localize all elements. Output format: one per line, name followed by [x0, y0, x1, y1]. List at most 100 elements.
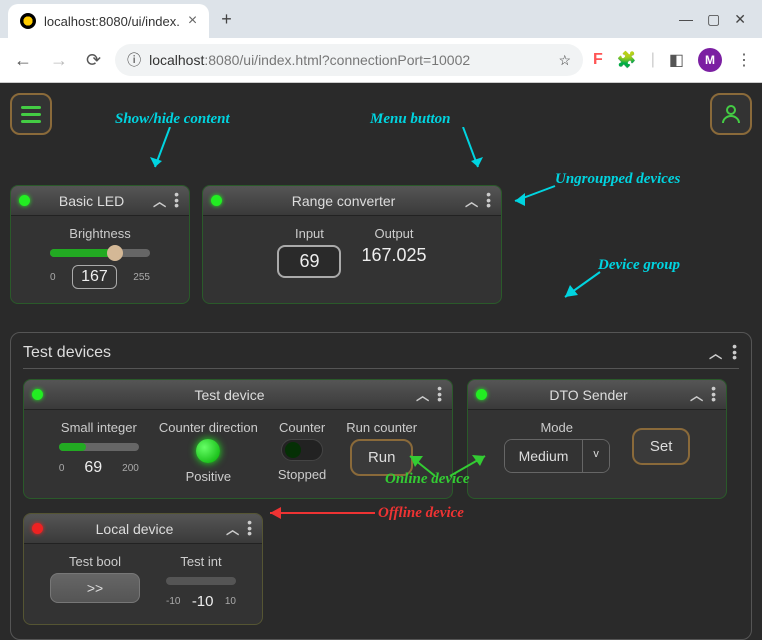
counter-toggle[interactable] — [281, 439, 323, 461]
card-header: DTO Sender ︿ ••• — [468, 380, 726, 410]
brightness-value[interactable]: 167 — [72, 265, 117, 289]
counter-control: Counter Stopped — [278, 420, 326, 484]
collapse-button[interactable]: ︿ — [226, 519, 239, 538]
window-controls: — ▢ ✕ — [679, 11, 754, 28]
card-title: DTO Sender — [493, 387, 684, 403]
run-label: Run counter — [346, 420, 417, 435]
card-basic-led: Basic LED ︿ ••• Brightness 0 167 255 — [10, 185, 190, 304]
dir-label: Counter direction — [159, 420, 258, 435]
back-button[interactable]: ← — [10, 46, 36, 75]
slider-max: 255 — [133, 272, 150, 283]
small-int-label: Small integer — [61, 420, 137, 435]
group-collapse-button[interactable]: ︿ — [709, 343, 722, 362]
slider-min: 0 — [59, 463, 65, 474]
bookmark-icon[interactable]: ☆ — [558, 52, 571, 69]
tab-favicon-icon — [20, 13, 36, 29]
url-path: :8080/ui/index.html?connectionPort=10002 — [204, 52, 470, 68]
app-root: Show/hide content Menu button Ungroupped… — [0, 83, 762, 611]
card-local-device: Local device ︿ ••• Test bool >> Test int — [23, 513, 263, 625]
card-header: Basic LED ︿ ••• — [11, 186, 189, 216]
tab-title: localhost:8080/ui/index. — [44, 14, 180, 29]
extension-f-icon[interactable]: F — [593, 51, 603, 69]
card-menu-button[interactable]: ••• — [172, 192, 181, 209]
status-online-icon — [211, 195, 222, 206]
bool-label: Test bool — [69, 554, 121, 569]
small-int-slider[interactable] — [59, 439, 139, 455]
run-button[interactable]: Run — [350, 439, 414, 476]
minimize-icon[interactable]: — — [679, 11, 693, 28]
direction-led-icon — [196, 439, 220, 463]
dir-value: Positive — [186, 469, 232, 484]
output-value: 167.025 — [361, 245, 426, 266]
hamburger-icon — [21, 106, 41, 123]
test-bool-control: Test bool >> — [50, 554, 140, 610]
kebab-menu-icon[interactable]: ⋮ — [736, 50, 752, 70]
mode-value: Medium — [505, 440, 583, 472]
brightness-control: Brightness 0 167 255 — [50, 226, 150, 289]
mode-label: Mode — [540, 420, 573, 435]
card-title: Range converter — [228, 193, 459, 209]
browser-tab[interactable]: localhost:8080/ui/index. × — [8, 4, 209, 38]
card-menu-button[interactable]: ••• — [484, 192, 493, 209]
status-online-icon — [19, 195, 30, 206]
slider-min: 0 — [50, 272, 56, 283]
slider-max: 10 — [225, 596, 236, 607]
small-integer-control: Small integer 0 69 200 — [59, 420, 139, 484]
test-int-slider[interactable] — [166, 573, 236, 589]
tab-bar: localhost:8080/ui/index. × + — ▢ ✕ — [0, 0, 762, 38]
card-menu-button[interactable]: ••• — [245, 520, 254, 537]
collapse-button[interactable]: ︿ — [153, 191, 166, 210]
slider-max: 200 — [122, 463, 139, 474]
bool-button[interactable]: >> — [50, 573, 140, 603]
card-header: Test device ︿ ••• — [24, 380, 452, 410]
run-counter-control: Run counter Run — [346, 420, 417, 484]
int-value: -10 — [192, 593, 214, 610]
site-info-icon[interactable]: ⓘ — [127, 50, 141, 70]
set-button[interactable]: Set — [632, 428, 691, 465]
close-window-icon[interactable]: ✕ — [734, 11, 746, 28]
output-control: Output 167.025 — [361, 226, 426, 278]
card-dto-sender: DTO Sender ︿ ••• Mode Medium v Set — [467, 379, 727, 499]
url-input[interactable]: ⓘ localhost:8080/ui/index.html?connectio… — [115, 44, 583, 76]
card-title: Local device — [49, 521, 220, 537]
side-panel-icon[interactable]: ◧ — [669, 50, 684, 70]
brightness-label: Brightness — [69, 226, 130, 241]
card-test-device: Test device ︿ ••• Small integer 0 69 200 — [23, 379, 453, 499]
address-bar: ← → ⟳ ⓘ localhost:8080/ui/index.html?con… — [0, 38, 762, 83]
brightness-slider[interactable] — [50, 245, 150, 261]
counter-label: Counter — [279, 420, 325, 435]
forward-button[interactable]: → — [46, 46, 72, 75]
extensions-icon[interactable]: 🧩 — [617, 50, 637, 70]
collapse-button[interactable]: ︿ — [465, 191, 478, 210]
status-online-icon — [476, 389, 487, 400]
ungrouped-devices: Basic LED ︿ ••• Brightness 0 167 255 — [10, 185, 752, 304]
card-header: Local device ︿ ••• — [24, 514, 262, 544]
small-int-value: 69 — [84, 459, 102, 477]
group-menu-button[interactable]: ••• — [730, 344, 739, 361]
device-group: Test devices ︿ ••• Test device ︿ ••• Sma… — [10, 332, 752, 640]
user-button[interactable] — [710, 93, 752, 135]
collapse-button[interactable]: ︿ — [690, 385, 703, 404]
input-field[interactable]: 69 — [277, 245, 341, 278]
chevron-down-icon[interactable]: v — [582, 440, 609, 472]
mode-control: Mode Medium v — [504, 420, 610, 473]
close-icon[interactable]: × — [188, 12, 197, 30]
profile-avatar[interactable]: M — [698, 48, 722, 72]
card-menu-button[interactable]: ••• — [709, 386, 718, 403]
new-tab-button[interactable]: + — [213, 5, 240, 34]
main-menu-button[interactable] — [10, 93, 52, 135]
mode-select[interactable]: Medium v — [504, 439, 610, 473]
input-label: Input — [295, 226, 324, 241]
card-title: Test device — [49, 387, 410, 403]
card-range-converter: Range converter ︿ ••• Input 69 Output 16… — [202, 185, 502, 304]
maximize-icon[interactable]: ▢ — [707, 11, 720, 28]
card-menu-button[interactable]: ••• — [435, 386, 444, 403]
test-int-control: Test int -10 -10 10 — [166, 554, 236, 610]
reload-button[interactable]: ⟳ — [82, 46, 105, 75]
counter-direction-control: Counter direction Positive — [159, 420, 258, 484]
collapse-button[interactable]: ︿ — [416, 385, 429, 404]
card-header: Range converter ︿ ••• — [203, 186, 501, 216]
group-header: Test devices ︿ ••• — [23, 343, 739, 369]
user-icon — [719, 102, 743, 126]
status-online-icon — [32, 389, 43, 400]
